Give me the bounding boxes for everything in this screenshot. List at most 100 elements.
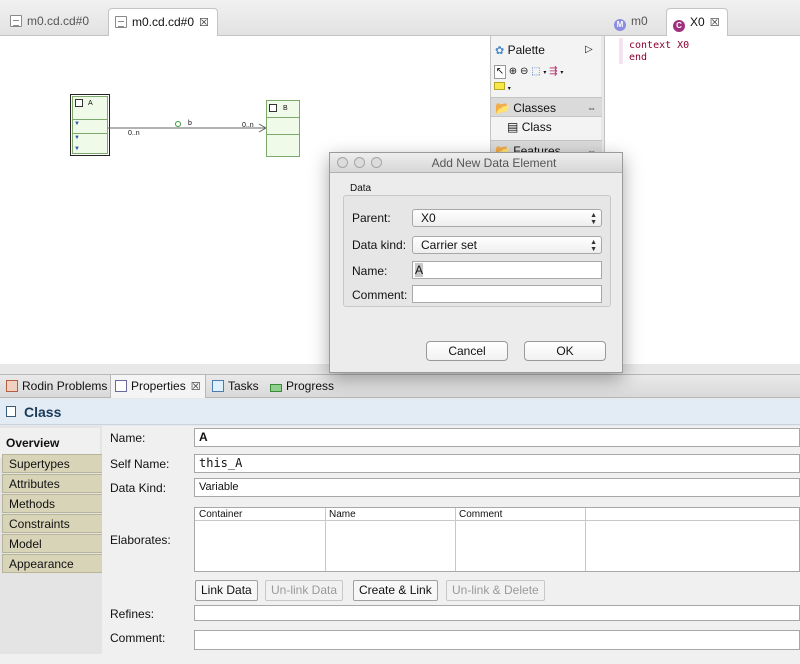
unlink-and-delete-button[interactable]: Un-link & Delete xyxy=(446,580,545,601)
marquee-tool-icon[interactable]: ⬚ xyxy=(531,66,540,77)
tab-label: Rodin Problems xyxy=(22,379,108,393)
close-icon[interactable]: ☒ xyxy=(191,381,201,393)
source-multiplicity-label: 0..n xyxy=(128,130,140,137)
editor-tab-label: m0 xyxy=(631,14,648,28)
progress-icon xyxy=(270,384,282,392)
zoom-out-icon[interactable]: ⊖ xyxy=(520,66,528,77)
column-divider xyxy=(325,508,326,571)
section-tab-constraints[interactable]: Constraints xyxy=(2,514,102,533)
dropdown-icon[interactable]: ▾ xyxy=(560,70,563,76)
create-and-link-button[interactable]: Create & Link xyxy=(353,580,438,601)
association-name-label: b xyxy=(188,120,192,127)
properties-title-bar: Class xyxy=(0,399,800,425)
machine-icon: M xyxy=(614,19,626,31)
refines-field[interactable] xyxy=(194,605,800,621)
tab-tasks[interactable]: Tasks xyxy=(208,375,263,398)
diagram-file-icon xyxy=(10,15,22,27)
palette-item-class[interactable]: ▤ Class xyxy=(491,117,602,137)
palette-icon: ✿ xyxy=(495,45,505,57)
palette-title: Palette xyxy=(507,43,545,57)
editor-tab-m0-cd-active[interactable]: m0.cd.cd#0 ☒ xyxy=(108,8,218,36)
cancel-button[interactable]: Cancel xyxy=(426,341,508,361)
editor-tab-label: m0.cd.cd#0 xyxy=(27,14,90,28)
bottom-view-tabbar: Rodin Problems Properties ☒ Tasks Progres… xyxy=(0,374,800,398)
context-icon: C xyxy=(673,20,685,32)
comment-input[interactable] xyxy=(412,285,602,303)
context-text-editor[interactable]: context X0 end xyxy=(604,36,800,364)
collapse-icon[interactable]: ▼ xyxy=(74,121,80,127)
comment-label: Comment: xyxy=(352,288,408,302)
diagram-editor-tabbar: m0.cd.cd#0 m0.cd.cd#0 ☒ xyxy=(0,0,604,36)
close-icon[interactable]: ☒ xyxy=(199,17,209,29)
collapse-icon[interactable]: ▼ xyxy=(74,146,80,152)
class-a-shape[interactable]: A ▼ ▼ ▼ xyxy=(70,94,110,156)
problems-icon xyxy=(6,380,18,392)
collapse-palette-icon[interactable]: ▷ xyxy=(585,40,593,60)
class-icon xyxy=(75,99,83,107)
connection-tool-icon[interactable]: ⇶ xyxy=(549,66,557,77)
class-b-methods xyxy=(267,134,299,146)
data-group-label: Data xyxy=(350,183,372,194)
data-kind-field[interactable]: Variable xyxy=(194,478,800,497)
data-kind-label: Data kind: xyxy=(352,238,407,252)
folder-open-icon: 📂 xyxy=(495,101,510,115)
close-window-icon[interactable] xyxy=(337,157,348,168)
class-b-attributes xyxy=(267,117,299,133)
collapse-group-icon[interactable]: ⇔ xyxy=(587,98,596,118)
tab-label: Tasks xyxy=(228,379,259,393)
zoom-window-icon[interactable] xyxy=(371,157,382,168)
section-tab-methods[interactable]: Methods xyxy=(2,494,102,513)
ok-button[interactable]: OK xyxy=(524,341,606,361)
collapse-icon[interactable]: ▼ xyxy=(74,135,80,141)
data-kind-select-value: Carrier set xyxy=(421,238,478,252)
self-name-field[interactable]: this_A xyxy=(194,454,800,473)
comment-field[interactable] xyxy=(194,630,800,650)
properties-section-tabs: Overview Supertypes Attributes Methods C… xyxy=(0,426,102,654)
palette-item-label: Class xyxy=(521,120,552,134)
minimize-window-icon[interactable] xyxy=(354,157,365,168)
column-container[interactable]: Container xyxy=(199,508,242,521)
parent-label: Parent: xyxy=(352,211,391,225)
unlink-data-button[interactable]: Un-link Data xyxy=(265,580,344,601)
elaborates-table[interactable]: Container Name Comment xyxy=(194,507,800,572)
parent-select-value: X0 xyxy=(421,211,436,225)
text-editor-tabbar: Mm0 C X0 ☒ xyxy=(604,0,800,36)
section-tab-attributes[interactable]: Attributes xyxy=(2,474,102,493)
editor-tab-m0[interactable]: Mm0 xyxy=(608,8,654,36)
parent-select[interactable]: X0 ▲ ▼ xyxy=(412,209,602,227)
name-field[interactable]: A xyxy=(194,428,800,447)
refines-label: Refines: xyxy=(110,607,155,621)
zoom-in-icon[interactable]: ⊕ xyxy=(509,66,517,77)
data-kind-label: Data Kind: xyxy=(110,481,167,495)
palette-panel: ✿ Palette ▷ ↖ ⊕ ⊖ ⬚ ▾ ⇶ ▾ ▾ 📂 Classes ⇔ … xyxy=(490,36,602,160)
note-tool-icon[interactable] xyxy=(494,82,505,90)
close-icon[interactable]: ☒ xyxy=(710,17,720,29)
tab-rodin-problems[interactable]: Rodin Problems xyxy=(2,375,111,398)
column-comment[interactable]: Comment xyxy=(459,508,502,521)
dropdown-icon[interactable]: ▾ xyxy=(508,86,511,92)
editor-tab-m0-cd[interactable]: m0.cd.cd#0 xyxy=(4,8,95,36)
tab-progress[interactable]: Progress xyxy=(266,375,338,398)
select-tool-icon[interactable]: ↖ xyxy=(494,65,506,79)
tab-properties[interactable]: Properties ☒ xyxy=(110,375,206,398)
class-b-shape[interactable]: B xyxy=(266,100,300,157)
name-input-value: A xyxy=(415,263,424,277)
palette-group-classes[interactable]: 📂 Classes ⇔ xyxy=(491,97,602,117)
name-input[interactable]: A xyxy=(412,261,602,279)
dialog-title-bar[interactable]: Add New Data Element xyxy=(330,153,622,173)
column-name[interactable]: Name xyxy=(329,508,356,521)
elaborates-table-header: Container Name Comment xyxy=(195,508,799,521)
section-tab-appearance[interactable]: Appearance xyxy=(2,554,102,573)
name-label: Name: xyxy=(352,264,388,278)
section-tab-supertypes[interactable]: Supertypes xyxy=(2,454,102,473)
elaborates-label: Elaborates: xyxy=(110,533,171,547)
editor-tab-x0[interactable]: C X0 ☒ xyxy=(666,8,728,36)
target-multiplicity-label: 0..n xyxy=(242,122,254,129)
section-tab-model[interactable]: Model xyxy=(2,534,102,553)
link-data-button[interactable]: Link Data xyxy=(195,580,258,601)
palette-header[interactable]: ✿ Palette ▷ xyxy=(491,40,602,60)
class-icon xyxy=(269,104,277,112)
dropdown-icon[interactable]: ▾ xyxy=(543,70,546,76)
name-label: Name: xyxy=(110,431,146,445)
data-kind-select[interactable]: Carrier set ▲ ▼ xyxy=(412,236,602,254)
